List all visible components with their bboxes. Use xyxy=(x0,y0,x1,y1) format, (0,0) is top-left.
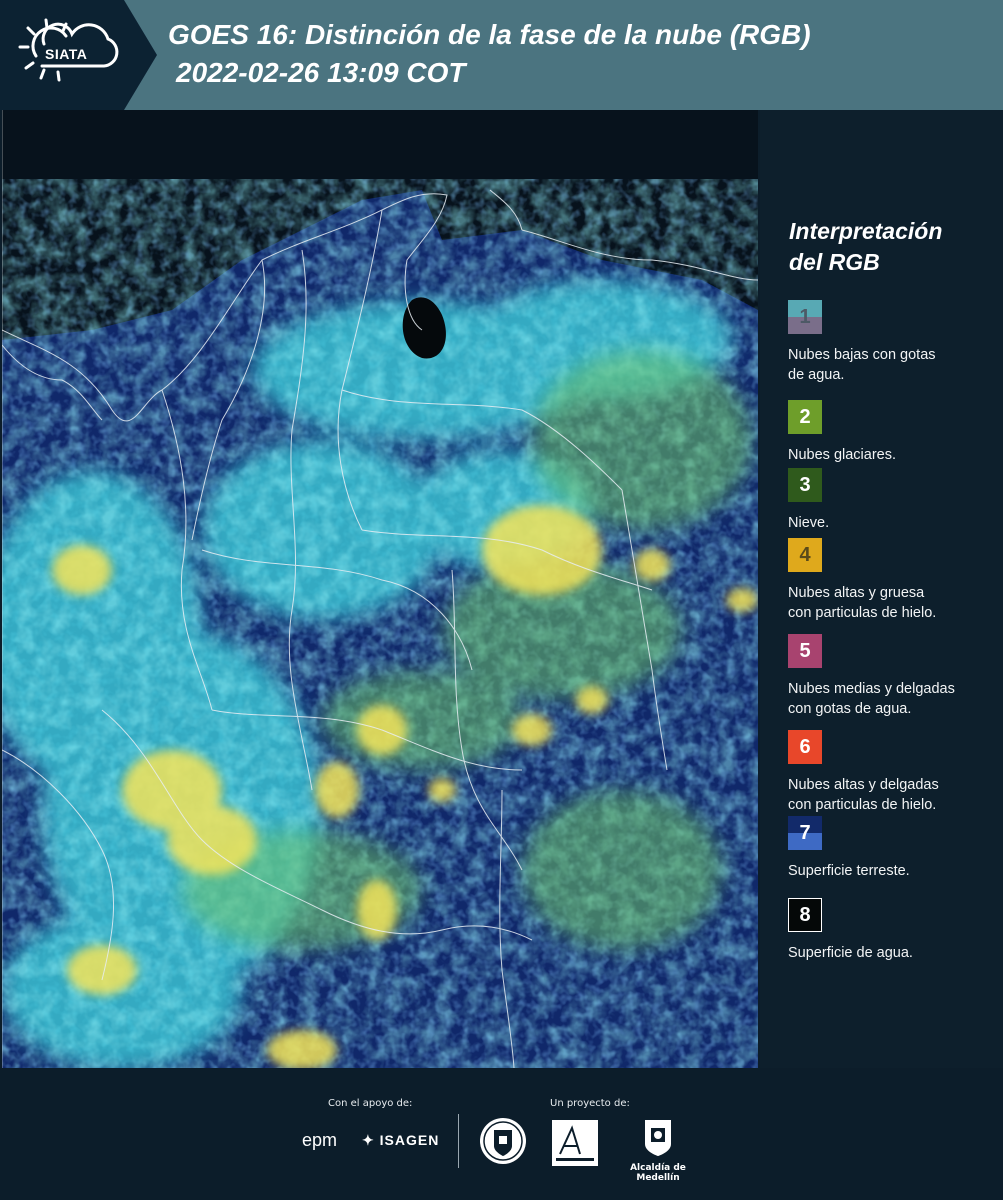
legend-item-4: 4 Nubes altas y gruesa con particulas de h… xyxy=(788,538,1000,623)
legend-label-line: Nubes glaciares. xyxy=(788,447,896,463)
logo-panel: SIATA xyxy=(0,0,157,110)
legend-label-line: Nubes medias y delgadas xyxy=(788,681,955,697)
header-bar: SIATA GOES 16: Distinción de la fase de … xyxy=(0,0,1003,110)
legend-swatch-8: 8 xyxy=(788,898,822,932)
legend-swatch-3: 3 xyxy=(788,468,822,502)
legend-label-line: Superficie de agua. xyxy=(788,945,913,961)
alcaldia-text: Alcaldía de Medellín xyxy=(630,1163,686,1183)
legend-item-1: 1 Nubes bajas con gotas de agua. xyxy=(788,300,1000,385)
legend-title-line-1: Interpretación xyxy=(789,218,943,244)
legend-label-4: Nubes altas y gruesa con particulas de hi… xyxy=(788,583,1000,623)
legend-label-1: Nubes bajas con gotas de agua. xyxy=(788,345,1000,385)
satellite-map[interactable] xyxy=(2,110,758,1068)
legend-item-5: 5 Nubes medias y delgadas con gotas de agu… xyxy=(788,634,1000,719)
legend-label-line: con particulas de hielo. xyxy=(788,797,937,813)
satellite-image xyxy=(2,110,758,1068)
alcaldia-logo: Alcaldía de Medellín xyxy=(612,1116,704,1183)
title-line-2: 2022-02-26 13:09 COT xyxy=(176,57,466,88)
footer: Con el apoyo de: Un proyecto de: epm ✦ I… xyxy=(0,1068,1003,1200)
legend-label-6: Nubes altas y delgadas con particulas de … xyxy=(788,775,1000,815)
project-label: Un proyecto de: xyxy=(550,1098,630,1109)
legend-swatch-6: 6 xyxy=(788,730,822,764)
footer-divider xyxy=(458,1114,459,1168)
epm-logo: epm xyxy=(302,1130,338,1150)
legend-item-7: 7 Superficie terreste. xyxy=(788,816,1000,881)
legend-item-6: 6 Nubes altas y delgadas con particulas de… xyxy=(788,730,1000,815)
legend-swatch-2: 2 xyxy=(788,400,822,434)
legend-swatch-1: 1 xyxy=(788,300,822,334)
legend-item-2: 2 Nubes glaciares. xyxy=(788,400,1000,465)
legend-label-line: con gotas de agua. xyxy=(788,701,912,717)
legend-swatch-7: 7 xyxy=(788,816,822,850)
support-label: Con el apoyo de: xyxy=(328,1098,413,1109)
legend-title-line-2: del RGB xyxy=(789,249,880,275)
legend-panel: Interpretación del RGB 1 Nubes bajas con … xyxy=(760,110,1003,1068)
legend-title: Interpretación del RGB xyxy=(789,216,942,278)
legend-label-2: Nubes glaciares. xyxy=(788,445,1000,465)
legend-item-3: 3 Nieve. xyxy=(788,468,1000,533)
legend-label-line: Nubes altas y delgadas xyxy=(788,777,939,793)
legend-item-8: 8 Superficie de agua. xyxy=(788,898,1000,963)
university-seal-icon xyxy=(480,1118,526,1164)
legend-label-line: Nubes bajas con gotas xyxy=(788,347,936,363)
legend-swatch-5: 5 xyxy=(788,634,822,668)
isagen-logo: ✦ ISAGEN xyxy=(362,1132,440,1148)
logo-text: SIATA xyxy=(45,46,88,62)
legend-label-3: Nieve. xyxy=(788,513,1000,533)
title-line-1: GOES 16: Distinción de la fase de la nub… xyxy=(168,19,811,50)
legend-label-line: Superficie terreste. xyxy=(788,863,910,879)
legend-label-line: Nieve. xyxy=(788,515,830,531)
legend-label-8: Superficie de agua. xyxy=(788,943,1000,963)
legend-swatch-4: 4 xyxy=(788,538,822,572)
medellin-coat-of-arms-icon xyxy=(645,1120,671,1156)
area-metropolitana-logo-icon xyxy=(552,1120,598,1166)
legend-label-line: Nubes altas y gruesa xyxy=(788,585,925,601)
legend-label-7: Superficie terreste. xyxy=(788,861,1000,881)
isagen-star-icon: ✦ xyxy=(362,1132,380,1148)
legend-label-line: de agua. xyxy=(788,367,845,383)
page-title: GOES 16: Distinción de la fase de la nub… xyxy=(168,16,811,92)
legend-label-5: Nubes medias y delgadas con gotas de agua… xyxy=(788,679,1000,719)
legend-label-line: con particulas de hielo. xyxy=(788,605,937,621)
